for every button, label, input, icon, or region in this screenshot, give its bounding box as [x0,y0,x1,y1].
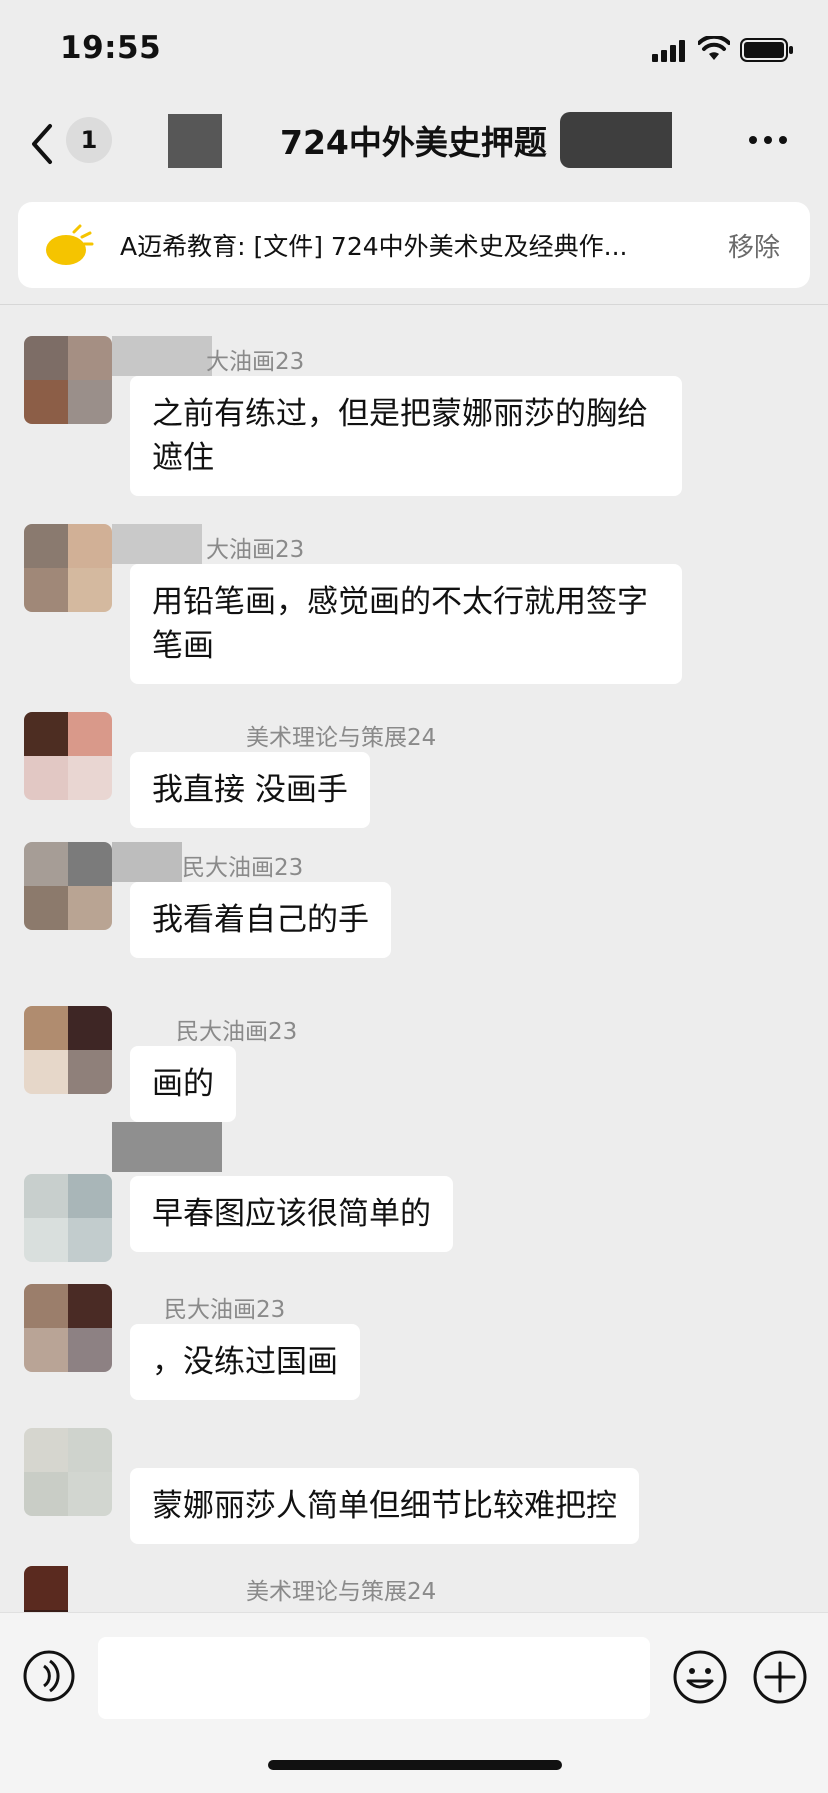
redacted-sender-name [112,336,212,376]
message-bubble[interactable]: 画的 [130,1046,236,1122]
more-options-icon[interactable] [748,127,788,153]
message-bubble[interactable]: 早春图应该很简单的 [130,1176,453,1252]
message-bubble[interactable]: 用铅笔画，感觉画的不太行就用签字笔画 [130,564,682,684]
avatar[interactable] [24,1006,112,1094]
remove-pinned-button[interactable]: 移除 [728,227,780,264]
message-bubble[interactable]: ，没练过国画 [130,1324,360,1400]
sender-name: 大油画23 [206,537,305,563]
status-time: 19:55 [60,30,162,66]
pinned-message-text: A迈希教育: [文件] 724中外美术史及经典作... [120,232,628,261]
status-bar: 19:55 [0,0,828,100]
avatar[interactable] [24,1284,112,1372]
add-attachment-icon[interactable] [752,1649,808,1705]
chat-message: 蒙娜丽莎人简单但细节比较难把控 [0,1428,828,1558]
sender-name: 大油画23 [206,349,305,375]
battery-icon [740,38,793,62]
sender-name: 美术理论与策展24 [246,725,437,751]
sender-name: 民大油画23 [164,1297,286,1323]
chat-title: 724中外美史押题 [280,123,547,162]
divider [0,304,828,305]
emoji-icon[interactable] [672,1649,728,1705]
redacted-sender-name [112,842,182,882]
chat-message: 大油画23 之前有练过，但是把蒙娜丽莎的胸给遮住 [0,336,828,506]
redacted-title-suffix [560,112,672,168]
announcement-icon [46,224,94,265]
message-bubble[interactable]: 我看着自己的手 [130,882,391,958]
chat-message: 美术理论与策展24 我直接 没画手 [0,712,828,832]
avatar[interactable] [24,1174,112,1262]
chat-message: 民大油画23 ，没练过国画 [0,1284,828,1414]
home-indicator [268,1760,562,1770]
message-bubble[interactable]: 我直接 没画手 [130,752,370,828]
chat-message: 早春图应该很简单的 [0,1122,828,1266]
redacted-sender-name [112,524,202,564]
unread-count-badge[interactable]: 1 [66,117,112,163]
message-input[interactable] [98,1637,650,1719]
avatar[interactable] [24,336,112,424]
voice-input-icon[interactable] [22,1649,76,1703]
avatar[interactable] [24,524,112,612]
avatar[interactable] [24,842,112,930]
avatar[interactable] [24,1428,112,1516]
message-bubble[interactable]: 之前有练过，但是把蒙娜丽莎的胸给遮住 [130,376,682,496]
chat-message: 大油画23 用铅笔画，感觉画的不太行就用签字笔画 [0,524,828,694]
chat-message: 美术理论与策展24 [0,1566,828,1654]
chat-message: 民大油画23 我看着自己的手 [0,842,828,972]
wifi-icon [698,36,730,60]
cellular-signal-icon [652,40,685,62]
message-bubble[interactable]: 蒙娜丽莎人简单但细节比较难把控 [130,1468,639,1544]
redacted-title-prefix [168,114,222,168]
sender-name: 民大油画23 [176,1019,298,1045]
chat-message: 民大油画23 画的 [0,1006,828,1126]
redacted-sender-name [112,1122,222,1172]
sender-name: 民大油画23 [182,855,304,881]
avatar[interactable] [24,712,112,800]
back-chevron-icon[interactable] [28,122,54,166]
sender-name: 美术理论与策展24 [246,1579,437,1605]
pinned-message-banner[interactable]: A迈希教育: [文件] 724中外美术史及经典作... 移除 [18,202,810,288]
